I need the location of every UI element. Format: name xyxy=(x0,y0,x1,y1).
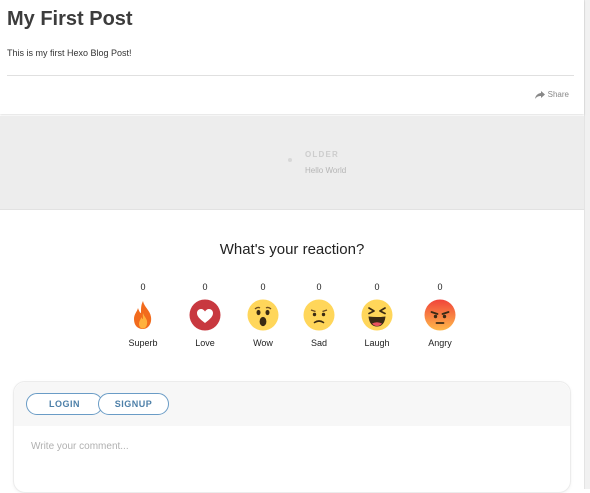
reaction-label: Superb xyxy=(128,338,158,348)
reaction-sad[interactable]: 0 Sad xyxy=(294,281,344,348)
share-arrow-icon xyxy=(534,90,545,99)
reaction-count: 0 xyxy=(316,282,322,292)
post-card: My First Post This is my first Hexo Blog… xyxy=(0,0,584,114)
fire-icon xyxy=(134,301,152,329)
reaction-count: 0 xyxy=(140,282,146,292)
heart-icon xyxy=(189,299,221,331)
post-body: This is my first Hexo Blog Post! xyxy=(7,48,132,58)
reaction-love[interactable]: 0 Love xyxy=(180,281,230,348)
share-label: Share xyxy=(547,90,569,99)
reaction-label: Laugh xyxy=(364,338,390,348)
laugh-face-icon xyxy=(361,299,393,331)
reaction-count: 0 xyxy=(437,282,443,292)
signup-button[interactable]: SIGNUP xyxy=(98,393,169,415)
older-label[interactable]: OLDER xyxy=(305,150,339,159)
login-button[interactable]: LOGIN xyxy=(26,393,103,415)
pager-dot-icon xyxy=(288,158,292,162)
comment-box: LOGIN SIGNUP Write your comment... xyxy=(13,381,571,493)
post-title[interactable]: My First Post xyxy=(7,8,133,31)
angry-face-icon xyxy=(424,299,456,331)
older-post-link[interactable]: Hello World xyxy=(305,166,346,175)
comment-input[interactable]: Write your comment... xyxy=(31,441,129,452)
post-navigation xyxy=(0,116,584,210)
wow-face-icon xyxy=(247,299,279,331)
scrollbar[interactable] xyxy=(584,0,590,489)
reaction-count: 0 xyxy=(202,282,208,292)
share-button[interactable]: Share xyxy=(534,90,569,99)
reaction-heading: What's your reaction? xyxy=(219,241,365,258)
reaction-superb[interactable]: 0 Superb xyxy=(118,281,168,348)
reaction-wow[interactable]: 0 Wow xyxy=(238,281,288,348)
reaction-label: Sad xyxy=(310,338,327,348)
reaction-count: 0 xyxy=(374,282,380,292)
reaction-laugh[interactable]: 0 Laugh xyxy=(352,281,402,348)
reaction-label: Love xyxy=(195,338,215,348)
reaction-label: Wow xyxy=(253,338,273,348)
reaction-label: Angry xyxy=(428,338,452,348)
comment-header: LOGIN SIGNUP xyxy=(14,382,570,426)
reaction-angry[interactable]: 0 Angry xyxy=(415,281,465,348)
reaction-count: 0 xyxy=(260,282,266,292)
sad-face-icon xyxy=(303,299,335,331)
post-divider xyxy=(7,75,574,76)
